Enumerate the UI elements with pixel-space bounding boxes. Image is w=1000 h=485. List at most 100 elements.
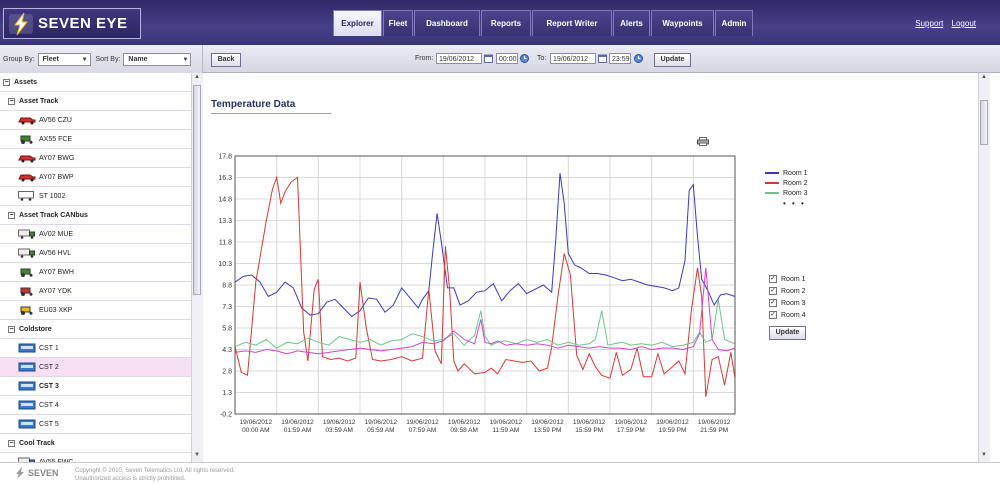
room-1-checkbox-row[interactable]: ✓ Room 1 <box>769 273 806 285</box>
tree-group-coldstore[interactable]: − Coldstore <box>0 320 191 339</box>
copyright-text: Copyright © 2010, Seven Telematics Ltd. … <box>75 468 235 474</box>
tab-waypoints[interactable]: Waypoints <box>651 10 714 36</box>
sort-by-select[interactable]: Name ▼ <box>123 52 192 66</box>
scroll-down-icon[interactable]: ▼ <box>193 452 201 461</box>
tree-item-cst-1[interactable]: CST 1 <box>0 339 191 358</box>
from-label: From: <box>415 55 434 62</box>
from-date-field[interactable]: 19/06/2012 <box>436 53 482 64</box>
scroll-up-icon[interactable]: ▲ <box>980 74 988 83</box>
tree-group-asset-track[interactable]: − Asset Track <box>0 92 191 111</box>
clock-icon[interactable] <box>520 54 529 63</box>
sidebar-scrollbar[interactable]: ▲ ▼ <box>191 73 203 462</box>
logout-link[interactable]: Logout <box>952 19 976 28</box>
coldstore-icon <box>18 343 36 353</box>
collapse-icon[interactable]: − <box>3 78 10 86</box>
yellow-digger-icon <box>20 306 33 315</box>
tree-group-assets[interactable]: − Assets <box>0 73 191 92</box>
green-tractor-icon <box>20 135 33 144</box>
from-time-field[interactable]: 00:00 <box>496 53 518 64</box>
x-tick-date: 19/06/2012 <box>240 419 273 426</box>
y-tick-label: 11.8 <box>219 240 232 247</box>
brand-logo[interactable]: SEVEN EYE <box>3 8 141 39</box>
calendar-icon[interactable] <box>484 54 493 63</box>
tree-item-cst-5[interactable]: CST 5 <box>0 415 191 434</box>
tree-item-av55-fwc[interactable]: AV55 FWC <box>0 453 191 462</box>
red-car-icon <box>18 155 36 163</box>
clock-icon[interactable] <box>634 54 643 63</box>
collapse-icon[interactable]: − <box>8 211 15 219</box>
tree-label: ST 1002 <box>39 192 66 200</box>
tab-explorer[interactable]: Explorer <box>333 10 382 36</box>
tab-reports[interactable]: Reports <box>481 10 531 36</box>
calendar-icon[interactable] <box>598 54 607 63</box>
update-button[interactable]: Update <box>654 53 691 67</box>
tab-dashboard[interactable]: Dashboard <box>414 10 480 36</box>
room-4-checkbox[interactable]: ✓ <box>769 311 777 319</box>
tree-label: AY07 BWP <box>39 173 74 181</box>
scroll-up-icon[interactable]: ▲ <box>193 74 201 83</box>
scroll-thumb[interactable] <box>193 85 201 295</box>
collapse-icon[interactable]: − <box>8 97 15 105</box>
collapse-icon[interactable]: − <box>8 439 15 447</box>
tree-item-eu03-xkp[interactable]: EU03 XKP <box>0 301 191 320</box>
room-2-checkbox-row[interactable]: ✓ Room 2 <box>769 285 806 297</box>
tree-group-cool-track[interactable]: − Cool Track <box>0 434 191 453</box>
to-date-field[interactable]: 19/06/2012 <box>550 53 596 64</box>
room-2-checkbox[interactable]: ✓ <box>769 287 777 295</box>
y-tick-label: 17.8 <box>218 154 232 161</box>
legend-more-indicator[interactable]: • • • <box>765 198 808 208</box>
tab-alerts[interactable]: Alerts <box>613 10 650 36</box>
scroll-thumb[interactable] <box>980 100 988 145</box>
main-nav: Explorer Fleet Dashboard Reports Report … <box>333 10 754 36</box>
tab-report-writer[interactable]: Report Writer <box>532 10 612 36</box>
tree-item-cst-2[interactable]: CST 2 <box>0 358 191 377</box>
asset-tree: − Assets − Asset Track AV56 CZU AX55 FCE AY07 … <box>0 73 191 462</box>
to-time-field[interactable]: 23:59 <box>609 53 631 64</box>
update-chart-button[interactable]: Update <box>769 326 806 340</box>
tree-item-av56-hvl[interactable]: AV56 HVL <box>0 244 191 263</box>
tree-item-ax55-fce[interactable]: AX55 FCE <box>0 130 191 149</box>
x-tick-time: 09:58 AM <box>450 427 477 434</box>
room-1-checkbox[interactable]: ✓ <box>769 275 777 283</box>
tree-item-ay07-bwh[interactable]: AY07 BWH <box>0 263 191 282</box>
tree-item-ay07-ydk[interactable]: AY07 YDK <box>0 282 191 301</box>
tree-item-ay07-bwp[interactable]: AY07 BWP <box>0 168 191 187</box>
tab-admin[interactable]: Admin <box>715 10 753 36</box>
y-tick-label: 14.8 <box>218 197 232 204</box>
tree-label: CST 4 <box>39 401 59 409</box>
collapse-icon[interactable]: − <box>8 325 15 333</box>
green-tractor-icon <box>20 268 33 277</box>
lightning-logo-icon <box>16 467 24 479</box>
tree-item-st-1002[interactable]: ST 1002 <box>0 187 191 206</box>
top-links: Support Logout <box>909 19 976 28</box>
tree-item-cst-3[interactable]: CST 3 <box>0 377 191 396</box>
app-header: SEVEN EYE Explorer Fleet Dashboard Repor… <box>0 0 1000 45</box>
group-by-select[interactable]: Fleet ▼ <box>37 52 91 66</box>
back-button[interactable]: Back <box>211 53 241 67</box>
x-tick-date: 19/06/2012 <box>365 419 398 426</box>
tree-group-asset-track-canbus[interactable]: − Asset Track CANbus <box>0 206 191 225</box>
tree-label: AV56 CZU <box>39 116 72 124</box>
sidebar-filter-bar: Group By: Fleet ▼ Sort By: Name ▼ <box>0 45 202 73</box>
support-link[interactable]: Support <box>915 19 943 28</box>
legend-swatch <box>765 172 779 174</box>
y-tick-label: 10.3 <box>218 261 232 268</box>
content-scrollbar[interactable]: ▲ ▼ <box>978 73 990 462</box>
tree-item-av02-mue[interactable]: AV02 MUE <box>0 225 191 244</box>
room-4-checkbox-row[interactable]: ✓ Room 4 <box>769 309 806 321</box>
green-truck-icon <box>18 229 35 239</box>
room-3-checkbox[interactable]: ✓ <box>769 299 777 307</box>
green-truck-icon <box>18 248 35 258</box>
tree-item-ay07-bwg[interactable]: AY07 BWG <box>0 149 191 168</box>
room-3-checkbox-row[interactable]: ✓ Room 3 <box>769 297 806 309</box>
tab-fleet[interactable]: Fleet <box>383 10 413 36</box>
footer-logo: SEVEN <box>14 467 59 479</box>
tree-item-av56-czu[interactable]: AV56 CZU <box>0 111 191 130</box>
tree-label: AX55 FCE <box>39 135 73 143</box>
footer-text: Copyright © 2010, Seven Telematics Ltd. … <box>75 467 235 483</box>
tree-item-cst-4[interactable]: CST 4 <box>0 396 191 415</box>
scroll-down-icon[interactable]: ▼ <box>980 452 988 461</box>
x-tick-time: 13:59 PM <box>534 427 562 434</box>
x-tick-time: 00:00 AM <box>242 427 269 434</box>
tree-label: EU03 XKP <box>39 306 73 314</box>
